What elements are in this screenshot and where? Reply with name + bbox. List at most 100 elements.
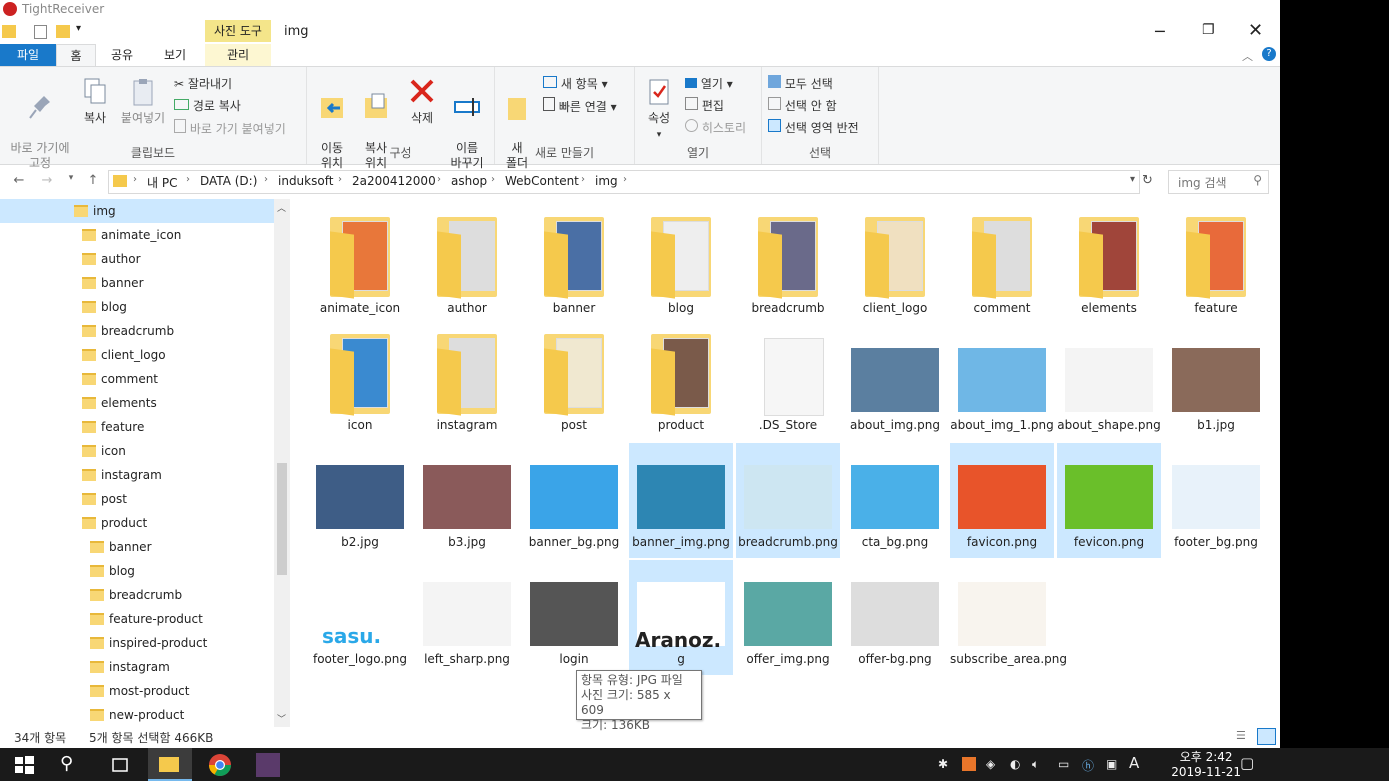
file-item[interactable]: banner_img.png xyxy=(629,443,733,558)
navigation-scrollbar[interactable]: ︿ ﹀ xyxy=(274,199,290,727)
up-button[interactable]: ↑ xyxy=(84,173,102,191)
file-item[interactable]: about_img.png xyxy=(843,326,947,441)
file-item[interactable]: about_shape.png xyxy=(1057,326,1161,441)
nav-item[interactable]: banner xyxy=(0,535,274,559)
security-icon[interactable]: ▣ xyxy=(1106,757,1117,771)
delete-button[interactable]: 삭제 xyxy=(403,77,441,126)
file-item[interactable]: b3.jpg xyxy=(415,443,519,558)
file-item[interactable]: fevicon.png xyxy=(1057,443,1161,558)
nav-item[interactable]: icon xyxy=(0,439,274,463)
recent-locations-button[interactable]: ▾ xyxy=(62,173,80,191)
details-view-icon[interactable]: ☰ xyxy=(1236,729,1246,742)
close-button[interactable]: ✕ xyxy=(1248,20,1263,41)
nav-item[interactable]: author xyxy=(0,247,274,271)
folder-item[interactable]: icon xyxy=(308,326,412,441)
nav-item[interactable]: img xyxy=(0,199,274,223)
file-item[interactable]: offer-bg.png xyxy=(843,560,947,675)
tray-app-icon[interactable]: ✱ xyxy=(938,757,948,771)
breadcrumb-separator-icon[interactable]: › xyxy=(491,174,495,185)
file-item[interactable]: cta_bg.png xyxy=(843,443,947,558)
breadcrumb-separator-icon[interactable]: › xyxy=(264,174,268,185)
file-item[interactable]: .DS_Store xyxy=(736,326,840,441)
file-item[interactable]: b2.jpg xyxy=(308,443,412,558)
start-windows-icon[interactable] xyxy=(12,753,36,777)
restore-button[interactable]: ❐ xyxy=(1202,22,1215,38)
breadcrumb-separator-icon[interactable]: › xyxy=(186,174,190,185)
file-item[interactable]: Aranoz. g xyxy=(629,560,733,675)
breadcrumb-separator-icon[interactable]: › xyxy=(581,174,585,185)
tab-home[interactable]: 홈 xyxy=(56,44,96,67)
app-icon[interactable] xyxy=(256,753,280,777)
tray-orange-icon[interactable] xyxy=(962,757,976,771)
folder-item[interactable]: client_logo xyxy=(843,209,947,324)
search-input[interactable]: img 검색 ⚲ xyxy=(1168,170,1269,194)
search-icon[interactable]: ⚲ xyxy=(60,753,84,777)
folder-item[interactable]: elements xyxy=(1057,209,1161,324)
file-item[interactable]: footer_bg.png xyxy=(1164,443,1268,558)
tab-share[interactable]: 공유 xyxy=(100,44,144,66)
nav-item[interactable]: feature xyxy=(0,415,274,439)
breadcrumb-item[interactable]: induksoft xyxy=(278,174,333,188)
notification-icon[interactable]: ▢ xyxy=(1240,754,1254,772)
nav-item[interactable]: instagram xyxy=(0,655,274,679)
network-icon[interactable]: ▭ xyxy=(1058,757,1069,771)
folder-item[interactable]: comment xyxy=(950,209,1054,324)
nav-item[interactable]: blog xyxy=(0,295,274,319)
breadcrumb-separator-icon[interactable]: › xyxy=(133,174,137,185)
folder-item[interactable]: product xyxy=(629,326,733,441)
nav-item[interactable]: client_logo xyxy=(0,343,274,367)
select-all-button[interactable]: 모두 선택 xyxy=(768,75,833,92)
tab-file[interactable]: 파일 xyxy=(0,44,56,66)
copy-path-button[interactable]: 경로 복사 xyxy=(174,97,241,114)
tray-network-app-icon[interactable]: ◈ xyxy=(986,757,995,771)
qat-dropdown-icon[interactable]: ▾ xyxy=(76,23,81,34)
breadcrumb-item[interactable]: ashop xyxy=(451,174,487,188)
file-item[interactable]: b1.jpg xyxy=(1164,326,1268,441)
back-button[interactable]: ← xyxy=(10,173,28,191)
paste-shortcut-button[interactable]: 바로 가기 붙여넣기 xyxy=(174,119,286,137)
scrollbar-thumb[interactable] xyxy=(277,463,287,575)
volume-icon[interactable]: 🔈︎ xyxy=(1032,757,1039,772)
nav-item[interactable]: elements xyxy=(0,391,274,415)
nav-item[interactable]: new-product xyxy=(0,703,274,727)
folder-item[interactable]: instagram xyxy=(415,326,519,441)
forward-button[interactable]: → xyxy=(38,173,56,191)
paste-button[interactable]: 붙여넣기 xyxy=(116,77,170,126)
address-box[interactable]: › 내 PC › DATA (D:) › induksoft › 2a200412000 › as… xyxy=(108,170,1140,194)
folder-item[interactable]: post xyxy=(522,326,626,441)
minimize-button[interactable]: ─ xyxy=(1155,22,1165,41)
help-icon[interactable]: ? xyxy=(1262,47,1276,61)
nav-item[interactable]: instagram xyxy=(0,463,274,487)
file-item[interactable]: subscribe_area.png xyxy=(950,560,1067,675)
nav-item[interactable]: most-product xyxy=(0,679,274,703)
scroll-up-icon[interactable]: ︿ xyxy=(277,201,286,214)
breadcrumb-item[interactable]: img xyxy=(595,174,618,188)
nav-item[interactable]: inspired-product xyxy=(0,631,274,655)
breadcrumb-separator-icon[interactable]: › xyxy=(338,174,342,185)
folder-item[interactable]: animate_icon xyxy=(308,209,412,324)
nav-item[interactable]: banner xyxy=(0,271,274,295)
history-button[interactable]: 히스토리 xyxy=(685,119,746,136)
nav-item[interactable]: animate_icon xyxy=(0,223,274,247)
chrome-icon[interactable] xyxy=(208,753,232,777)
file-item[interactable]: about_img_1.png xyxy=(950,326,1054,441)
file-item[interactable]: offer_img.png xyxy=(736,560,840,675)
nav-item[interactable]: post xyxy=(0,487,274,511)
properties-qat-icon[interactable] xyxy=(34,25,47,39)
clock[interactable]: 오후 2:42 2019-11-21 xyxy=(1171,750,1241,780)
scroll-down-icon[interactable]: ﹀ xyxy=(277,712,286,725)
large-icons-view-icon[interactable] xyxy=(1257,728,1276,745)
nav-item[interactable]: blog xyxy=(0,559,274,583)
nav-item[interactable]: comment xyxy=(0,367,274,391)
file-item[interactable]: left_sharp.png xyxy=(415,560,519,675)
cut-button[interactable]: ✂ 잘라내기 xyxy=(174,75,232,92)
properties-button[interactable]: 속성 ▾ xyxy=(639,77,679,143)
folder-item[interactable]: banner xyxy=(522,209,626,324)
ime-indicator[interactable]: A xyxy=(1129,754,1139,772)
edit-button[interactable]: 편집 xyxy=(685,97,724,114)
hp-icon[interactable]: ⓗ xyxy=(1082,757,1094,774)
new-item-button[interactable]: 새 항목 ▾ xyxy=(543,75,608,92)
tray-pill-icon[interactable]: ◐ xyxy=(1010,757,1020,771)
file-item[interactable]: banner_bg.png xyxy=(522,443,626,558)
breadcrumb-item[interactable]: WebContent xyxy=(505,174,579,188)
